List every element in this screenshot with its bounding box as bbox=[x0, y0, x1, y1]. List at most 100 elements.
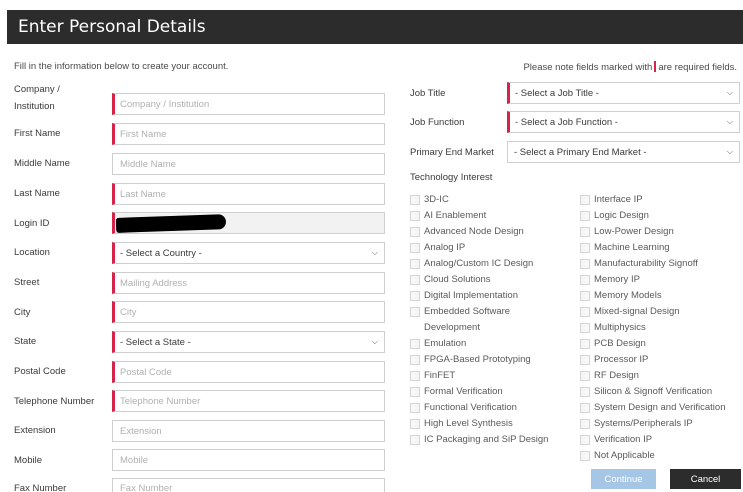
checkbox-item[interactable]: Memory Models bbox=[580, 288, 662, 304]
last-name-input[interactable]: Last Name bbox=[112, 183, 385, 205]
extension-input[interactable]: Extension bbox=[112, 420, 385, 442]
checkbox-item[interactable]: Silicon & Signoff Verification bbox=[580, 384, 712, 400]
checkbox[interactable] bbox=[410, 195, 420, 205]
intro-text: Fill in the information below to create … bbox=[14, 61, 229, 72]
checkbox[interactable] bbox=[410, 419, 420, 429]
checkbox[interactable] bbox=[410, 355, 420, 365]
checkbox[interactable] bbox=[410, 259, 420, 269]
checkbox-item[interactable]: Machine Learning bbox=[580, 240, 670, 256]
checkbox-item[interactable]: Mixed-signal Design bbox=[580, 304, 680, 320]
company-input[interactable]: Company / Institution bbox=[112, 93, 385, 115]
checkbox[interactable] bbox=[410, 371, 420, 381]
checkbox-item[interactable]: Processor IP bbox=[580, 352, 648, 368]
country-select-value: - Select a Country - bbox=[120, 247, 202, 259]
label-middle-name: Middle Name bbox=[14, 158, 70, 169]
label-street: Street bbox=[14, 277, 40, 288]
checkbox-item[interactable]: Digital Implementation bbox=[410, 288, 518, 304]
checkbox[interactable] bbox=[410, 275, 420, 285]
checkbox[interactable] bbox=[580, 307, 590, 317]
checkbox-item[interactable]: Manufacturability Signoff bbox=[580, 256, 698, 272]
checkbox[interactable] bbox=[580, 195, 590, 205]
continue-button[interactable]: Continue bbox=[591, 469, 656, 489]
checkbox[interactable] bbox=[580, 435, 590, 445]
label-login-id: Login ID bbox=[14, 218, 50, 229]
state-select[interactable]: - Select a State - ⌵ bbox=[112, 331, 385, 353]
cancel-button[interactable]: Cancel bbox=[670, 469, 741, 489]
job-title-select[interactable]: - Select a Job Title - ⌵ bbox=[507, 82, 740, 104]
checkbox[interactable] bbox=[410, 403, 420, 413]
checkbox-item[interactable]: PCB Design bbox=[580, 336, 646, 352]
checkbox[interactable] bbox=[580, 387, 590, 397]
label-extension: Extension bbox=[14, 425, 56, 436]
checkbox-item[interactable]: Analog/Custom IC Design bbox=[410, 256, 533, 272]
checkbox-item[interactable]: Memory IP bbox=[580, 272, 640, 288]
label-telephone: Telephone Number bbox=[14, 396, 95, 407]
checkbox-item[interactable]: AI Enablement bbox=[410, 208, 486, 224]
checkbox[interactable] bbox=[410, 307, 420, 317]
checkbox-item[interactable]: IC Packaging and SiP Design bbox=[410, 432, 548, 448]
checkbox-item[interactable]: System Design and Verification bbox=[580, 400, 725, 416]
checkbox[interactable] bbox=[580, 403, 590, 413]
checkbox-item[interactable]: Cloud Solutions bbox=[410, 272, 491, 288]
first-name-input[interactable]: First Name bbox=[112, 123, 385, 145]
mobile-input[interactable]: Mobile bbox=[112, 449, 385, 471]
primary-end-market-select[interactable]: - Select a Primary End Market - ⌵ bbox=[507, 141, 740, 163]
checkbox-item[interactable]: Formal Verification bbox=[410, 384, 503, 400]
job-function-select[interactable]: - Select a Job Function - ⌵ bbox=[507, 111, 740, 133]
checkbox[interactable] bbox=[580, 451, 590, 461]
checkbox-item[interactable]: Verification IP bbox=[580, 432, 652, 448]
checkbox[interactable] bbox=[410, 243, 420, 253]
checkbox-item[interactable]: Systems/Peripherals IP bbox=[580, 416, 693, 432]
fax-input[interactable]: Fax Number bbox=[112, 478, 385, 492]
checkbox-item[interactable]: Logic Design bbox=[580, 208, 649, 224]
checkbox-item[interactable]: Functional Verification bbox=[410, 400, 517, 416]
tech-interest-heading: Technology Interest bbox=[410, 172, 493, 183]
checkbox[interactable] bbox=[410, 227, 420, 237]
checkbox[interactable] bbox=[580, 291, 590, 301]
chevron-down-icon: ⌵ bbox=[726, 88, 733, 97]
chevron-down-icon: ⌵ bbox=[726, 147, 733, 156]
telephone-input[interactable]: Telephone Number bbox=[112, 390, 385, 412]
checkbox[interactable] bbox=[580, 275, 590, 285]
checkbox[interactable] bbox=[410, 435, 420, 445]
street-input[interactable]: Mailing Address bbox=[112, 272, 385, 294]
primary-end-market-value: - Select a Primary End Market - bbox=[514, 146, 647, 158]
checkbox-item[interactable]: Multiphysics bbox=[580, 320, 646, 336]
checkbox-item[interactable]: Not Applicable bbox=[580, 448, 655, 464]
postal-code-input[interactable]: Postal Code bbox=[112, 361, 385, 383]
checkbox-item[interactable]: FPGA-Based Prototyping bbox=[410, 352, 531, 368]
country-select[interactable]: - Select a Country - ⌵ bbox=[112, 242, 385, 264]
page-header: Enter Personal Details bbox=[7, 10, 743, 44]
checkbox-item[interactable]: High Level Synthesis bbox=[410, 416, 513, 432]
label-first-name: First Name bbox=[14, 128, 61, 139]
checkbox-item[interactable]: Low-Power Design bbox=[580, 224, 674, 240]
checkbox-item[interactable]: Analog IP bbox=[410, 240, 465, 256]
checkbox-item[interactable]: 3D-IC bbox=[410, 192, 449, 208]
checkbox[interactable] bbox=[580, 419, 590, 429]
checkbox-item[interactable]: Advanced Node Design bbox=[410, 224, 524, 240]
city-input[interactable]: City bbox=[112, 301, 385, 323]
checkbox-item[interactable]: FinFET bbox=[410, 368, 455, 384]
checkbox[interactable] bbox=[410, 387, 420, 397]
checkbox[interactable] bbox=[580, 211, 590, 221]
checkbox[interactable] bbox=[580, 355, 590, 365]
checkbox-item[interactable]: RF Design bbox=[580, 368, 639, 384]
checkbox-item[interactable]: Interface IP bbox=[580, 192, 643, 208]
label-city: City bbox=[14, 307, 31, 318]
checkbox[interactable] bbox=[410, 211, 420, 221]
middle-name-input[interactable]: Middle Name bbox=[112, 153, 385, 175]
checkbox[interactable] bbox=[580, 227, 590, 237]
checkbox[interactable] bbox=[410, 339, 420, 349]
checkbox[interactable] bbox=[580, 243, 590, 253]
label-fax: Fax Number bbox=[14, 483, 67, 492]
page-title: Enter Personal Details bbox=[18, 17, 206, 37]
checkbox-item[interactable]: Embedded Software bbox=[410, 304, 510, 320]
state-select-value: - Select a State - bbox=[120, 336, 191, 348]
checkbox[interactable] bbox=[580, 339, 590, 349]
checkbox[interactable] bbox=[580, 323, 590, 333]
checkbox[interactable] bbox=[580, 371, 590, 381]
checkbox-item[interactable]: Emulation bbox=[410, 336, 466, 352]
checkbox[interactable] bbox=[410, 291, 420, 301]
checkbox[interactable] bbox=[580, 259, 590, 269]
required-marker-icon bbox=[654, 61, 657, 72]
